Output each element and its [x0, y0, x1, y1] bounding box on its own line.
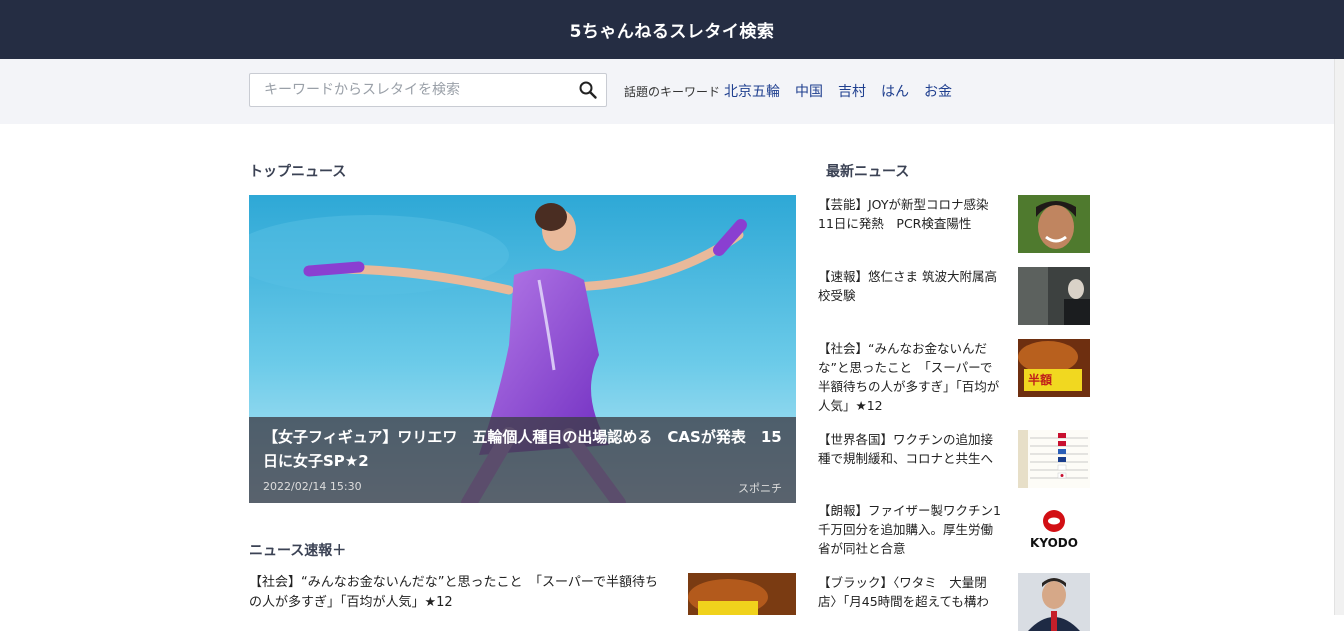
keyword-link[interactable]: お金 [924, 81, 952, 101]
latest-news-thumbnail [1018, 267, 1090, 325]
latest-news-title[interactable]: 【芸能】JOYが新型コロナ感染 11日に発熱 PCR検査陽性 [818, 195, 1004, 233]
photo-image [1018, 267, 1090, 325]
sale-badge-text: 半額 [1028, 372, 1052, 387]
kyodo-logo: KYODO [1018, 501, 1090, 559]
list-item[interactable]: 【速報】悠仁さま 筑波大附属高校受験 [818, 267, 1090, 327]
latest-news-thumbnail [1018, 430, 1090, 488]
list-item[interactable]: 【芸能】JOYが新型コロナ感染 11日に発熱 PCR検査陽性 [818, 195, 1090, 255]
hero-article[interactable]: 【女子フィギュア】ワリエワ 五輪個人種目の出場認める CASが発表 15日に女子… [249, 195, 796, 503]
keyword-link[interactable]: 吉村 [838, 81, 866, 101]
list-item[interactable]: 【ブラック】〈ワタミ 大量閉店〉「月45時間を超えても構わ [818, 573, 1090, 631]
latest-news-thumbnail [1018, 195, 1090, 253]
hero-caption: 【女子フィギュア】ワリエワ 五輪個人種目の出場認める CASが発表 15日に女子… [249, 417, 796, 503]
scrollbar[interactable] [1334, 59, 1344, 615]
keyword-link[interactable]: はん [881, 81, 909, 101]
keyword-link[interactable]: 中国 [795, 81, 823, 101]
search-box [249, 73, 607, 107]
flash-news-title[interactable]: 【社会】“みんなお金ないんだな”と思ったこと 「スーパーで半額待ちの人が多すぎ」… [249, 573, 669, 613]
flash-news-thumbnail [688, 573, 796, 615]
latest-news-thumbnail: KYODO [1018, 501, 1090, 559]
keyword-link[interactable]: 北京五輪 [724, 81, 780, 101]
trending-keywords: 北京五輪 中国 吉村 はん お金 [724, 81, 967, 101]
sale-food-image [688, 573, 796, 615]
latest-news-title[interactable]: 【朗報】ファイザー製ワクチン1千万回分を追加購入。厚生労働省が同社と合意 [818, 501, 1004, 558]
list-item[interactable]: 【社会】“みんなお金ないんだな”と思ったこと 「スーパーで半額待ちの人が多すぎ」… [818, 339, 1090, 417]
site-title[interactable]: 5ちゃんねるスレタイ検索 [570, 17, 775, 42]
latest-news-title[interactable]: 【社会】“みんなお金ないんだな”と思ったこと 「スーパーで半額待ちの人が多すぎ」… [818, 339, 1004, 415]
table-chart-image [1018, 430, 1090, 488]
list-item[interactable]: 【世界各国】ワクチンの追加接種で規制緩和、コロナと共生へ [818, 430, 1090, 490]
list-item[interactable]: 【朗報】ファイザー製ワクチン1千万回分を追加購入。厚生労働省が同社と合意 KYO… [818, 501, 1090, 561]
latest-news-title[interactable]: 【ブラック】〈ワタミ 大量閉店〉「月45時間を超えても構わ [818, 573, 1004, 611]
search-band: 話題のキーワード 北京五輪 中国 吉村 はん お金 [0, 59, 1344, 124]
search-icon[interactable] [578, 80, 598, 100]
hero-date: 2022/02/14 15:30 [263, 480, 362, 493]
latest-news-thumbnail: 半額 [1018, 339, 1090, 397]
sale-food-image: 半額 [1018, 339, 1090, 397]
latest-news-heading: 最新ニュース [826, 164, 910, 180]
latest-news-title[interactable]: 【世界各国】ワクチンの追加接種で規制緩和、コロナと共生へ [818, 430, 1004, 468]
site-header: 5ちゃんねるスレタイ検索 [0, 0, 1344, 59]
portrait-image [1018, 195, 1090, 253]
hero-title[interactable]: 【女子フィギュア】ワリエワ 五輪個人種目の出場認める CASが発表 15日に女子… [263, 425, 783, 473]
portrait-image [1018, 573, 1090, 631]
latest-news-thumbnail [1018, 573, 1090, 631]
search-input[interactable] [250, 74, 570, 106]
hero-source: スポニチ [738, 482, 782, 495]
list-item[interactable]: 【社会】“みんなお金ないんだな”と思ったこと 「スーパーで半額待ちの人が多すぎ」… [249, 573, 796, 615]
top-news-heading: トップニュース [249, 164, 347, 180]
latest-news-title[interactable]: 【速報】悠仁さま 筑波大附属高校受験 [818, 267, 1004, 305]
trending-keywords-label: 話題のキーワード [624, 85, 721, 99]
kyodo-logo-text: KYODO [1030, 536, 1078, 550]
flash-news-heading[interactable]: ニュース速報＋ [249, 540, 346, 560]
